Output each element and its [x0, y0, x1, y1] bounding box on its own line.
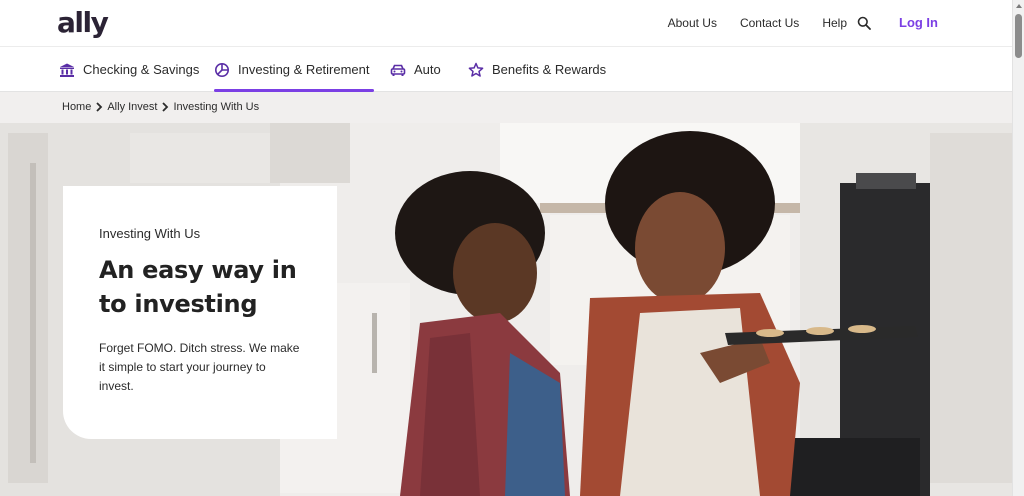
primary-nav: Checking & Savings Investing & Retiremen…: [0, 47, 1012, 92]
nav-item-label: Investing & Retirement: [238, 62, 370, 77]
nav-item-label: Benefits & Rewards: [492, 62, 607, 77]
chevron-right-icon: [162, 102, 169, 112]
nav-item-label: Auto: [414, 62, 441, 77]
nav-item-label: Checking & Savings: [83, 62, 200, 77]
breadcrumb-home[interactable]: Home: [62, 101, 91, 113]
hero-headline-line1: An easy way in: [99, 256, 297, 284]
help-link[interactable]: Help: [822, 16, 847, 30]
hero-body: Forget FOMO. Ditch stress. We make it si…: [99, 341, 300, 393]
page-scrollbar[interactable]: [1012, 0, 1024, 496]
breadcrumb-bar: Home Ally Invest Investing With Us: [0, 92, 1012, 123]
about-us-link[interactable]: About Us: [668, 16, 717, 30]
contact-us-link[interactable]: Contact Us: [740, 16, 799, 30]
nav-item-auto[interactable]: Auto: [390, 47, 441, 92]
site-header: ally About Us Contact Us Help Log In: [0, 0, 1012, 47]
hero-card: Investing With Us An easy way in to inve…: [63, 186, 337, 439]
chevron-right-icon: [96, 102, 103, 112]
pie-chart-icon: [215, 62, 229, 77]
breadcrumb-ally-invest[interactable]: Ally Invest: [107, 101, 157, 113]
scroll-up-arrow-icon[interactable]: [1016, 4, 1022, 8]
scrollbar-thumb[interactable]: [1015, 14, 1022, 58]
breadcrumb: Home Ally Invest Investing With Us: [62, 101, 259, 113]
car-icon: [390, 64, 406, 76]
nav-item-benefits-rewards[interactable]: Benefits & Rewards: [468, 47, 606, 92]
log-in-link[interactable]: Log In: [899, 15, 938, 30]
hero-eyebrow: Investing With Us: [99, 226, 201, 241]
star-icon: [468, 62, 484, 77]
hero-headline-line2: to investing: [99, 290, 258, 318]
bank-icon: [60, 63, 74, 77]
breadcrumb-current: Investing With Us: [173, 101, 260, 113]
nav-item-checking-savings[interactable]: Checking & Savings: [59, 47, 199, 92]
hero-section: Investing With Us An easy way in to inve…: [0, 123, 1012, 496]
hero-headline: An easy way in to investing: [99, 253, 301, 321]
ally-logo[interactable]: ally: [57, 6, 109, 39]
nav-item-investing-retirement[interactable]: Investing & Retirement: [214, 47, 374, 92]
search-icon[interactable]: [857, 16, 871, 30]
utility-links: About Us Contact Us Help Log In: [645, 15, 938, 30]
